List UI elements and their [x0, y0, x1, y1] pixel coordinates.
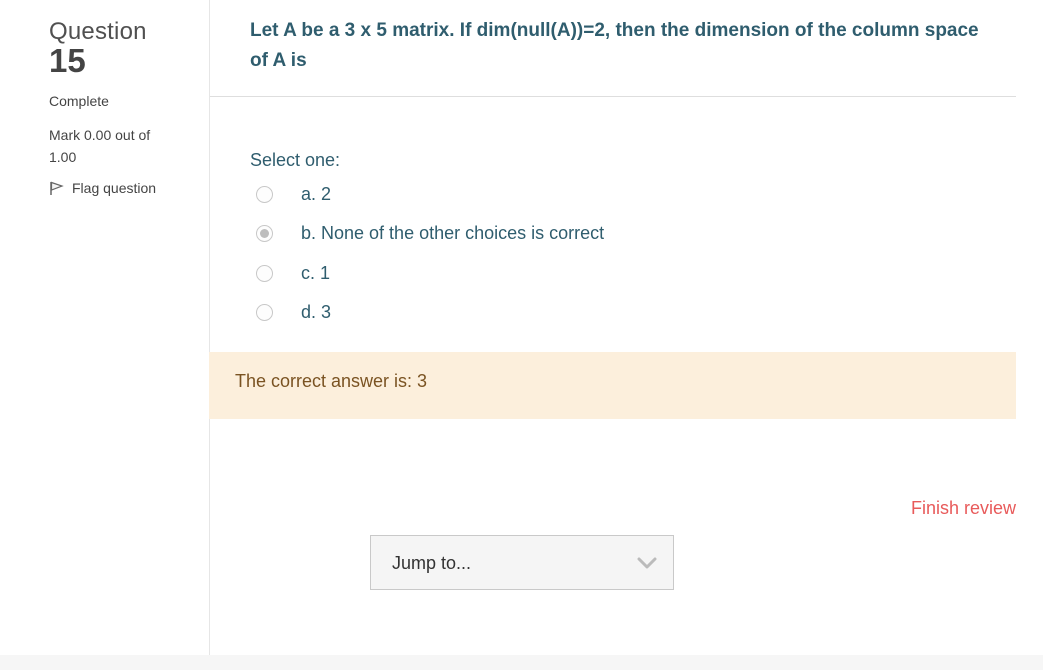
- flag-icon: [50, 181, 64, 195]
- quiz-review-page: Question 15 Complete Mark 0.00 out of 1.…: [0, 0, 1043, 655]
- chevron-down-icon: [637, 557, 657, 569]
- answer-prompt: Select one:: [250, 150, 341, 170]
- answer-option-a[interactable]: a. 2: [256, 181, 756, 207]
- answer-radio-a[interactable]: [256, 185, 273, 203]
- answer-label-d: d. 3: [301, 301, 332, 322]
- answer-radio-d[interactable]: [256, 303, 273, 321]
- question-text: Let A be a 3 x 5 matrix. If dim(null(A))…: [250, 20, 979, 71]
- correct-answer-text: The correct answer is: 3: [235, 371, 428, 391]
- finish-review-link[interactable]: Finish review: [911, 498, 1016, 519]
- answer-option-d[interactable]: d. 3: [256, 299, 756, 325]
- flag-question-link[interactable]: Flag question: [49, 180, 156, 196]
- question-grade: Mark 0.00 out of 1.00: [49, 127, 151, 165]
- question-state: Complete: [49, 93, 109, 109]
- answer-option-c[interactable]: c. 1: [256, 260, 756, 286]
- question-number: 15: [49, 42, 86, 79]
- answer-radio-b[interactable]: [256, 224, 273, 242]
- answer-label-b: b. None of the other choices is correct: [301, 222, 605, 243]
- answer-option-b[interactable]: b. None of the other choices is correct: [256, 220, 756, 246]
- jump-to-value: Jump to...: [392, 553, 472, 573]
- jump-to-select[interactable]: Jump to...: [370, 535, 674, 590]
- answer-label-c: c. 1: [301, 262, 331, 283]
- question-divider: [210, 96, 1016, 97]
- answer-radio-c[interactable]: [256, 264, 273, 282]
- question-info-panel: Question 15 Complete Mark 0.00 out of 1.…: [0, 0, 210, 655]
- flag-question-label: Flag question: [72, 180, 157, 196]
- feedback-box: The correct answer is: 3: [209, 352, 1016, 419]
- answer-label-a: a. 2: [301, 183, 332, 204]
